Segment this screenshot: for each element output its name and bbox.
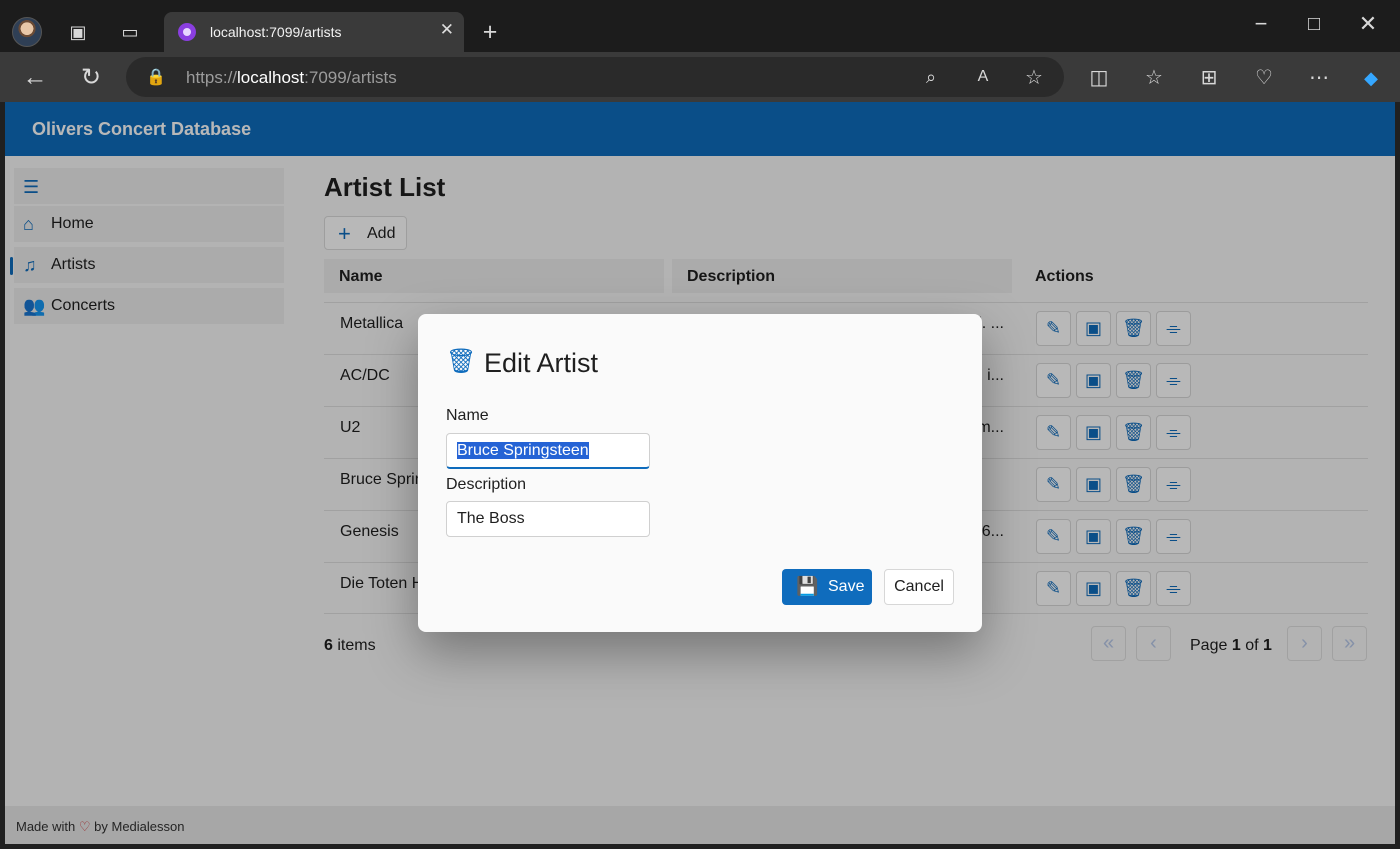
name-field-value: Bruce Springsteen	[457, 442, 589, 459]
refresh-icon[interactable]: ↻	[76, 62, 106, 92]
favorite-star-icon[interactable]: ☆	[1022, 65, 1046, 89]
profile-avatar[interactable]	[12, 17, 42, 47]
name-field[interactable]: Bruce Springsteen	[446, 433, 650, 469]
copilot-icon[interactable]: ◆	[1357, 64, 1385, 92]
minimize-window-icon[interactable]: −	[1247, 10, 1275, 38]
more-options-icon[interactable]: ⋯	[1306, 64, 1332, 90]
workspaces-icon[interactable]: ▣	[66, 20, 90, 44]
web-page: Olivers Concert Database ☰ ⌂ Home ♫ Arti…	[5, 102, 1395, 844]
url-host: localhost	[237, 68, 305, 87]
close-window-icon[interactable]: ✕	[1354, 10, 1382, 38]
tab-actions-icon[interactable]: ▭	[118, 20, 142, 44]
dialog-title: Edit Artist	[484, 348, 599, 378]
delete-icon: 🗑	[446, 348, 477, 375]
cancel-button[interactable]: Cancel	[884, 569, 954, 605]
maximize-window-icon[interactable]: □	[1300, 10, 1328, 38]
zoom-icon[interactable]: ⌕	[920, 66, 942, 88]
collections-icon[interactable]: ⊞	[1196, 64, 1222, 90]
tab-title: localhost:7099/artists	[210, 24, 342, 40]
back-icon[interactable]: ←	[20, 62, 50, 92]
favorites-icon[interactable]: ☆	[1141, 64, 1167, 90]
save-icon: 💾	[796, 576, 819, 596]
browser-essentials-icon[interactable]: ♡	[1251, 64, 1277, 90]
url-prefix: https://	[186, 68, 238, 87]
close-tab-icon[interactable]: ✕	[440, 20, 454, 40]
url-text: https://localhost:7099/artists	[186, 68, 397, 88]
new-tab-icon[interactable]: +	[476, 18, 504, 46]
edit-artist-dialog: 🗑 Edit Artist Name Bruce Springsteen Des…	[418, 314, 982, 632]
save-button[interactable]: 💾 Save	[782, 569, 872, 605]
description-field[interactable]: The Boss	[446, 501, 650, 537]
browser-tab[interactable]: localhost:7099/artists ✕	[164, 12, 464, 52]
browser-toolbar: ← ↻ 🔒 https://localhost:7099/artists ⌕ A…	[0, 52, 1400, 102]
site-favicon-icon	[178, 23, 196, 41]
browser-tab-bar: ▣ ▭ localhost:7099/artists ✕ + − □ ✕	[0, 0, 1400, 52]
description-field-value: The Boss	[457, 510, 525, 527]
url-suffix: :7099/artists	[304, 68, 397, 87]
name-field-label: Name	[446, 407, 489, 424]
address-bar[interactable]: 🔒 https://localhost:7099/artists ⌕ A ☆	[126, 57, 1064, 97]
description-field-label: Description	[446, 476, 527, 493]
save-button-label: Save	[828, 578, 865, 595]
split-screen-icon[interactable]: ◫	[1086, 64, 1112, 90]
read-aloud-icon[interactable]: A	[972, 66, 994, 88]
lock-icon: 🔒	[146, 69, 166, 86]
